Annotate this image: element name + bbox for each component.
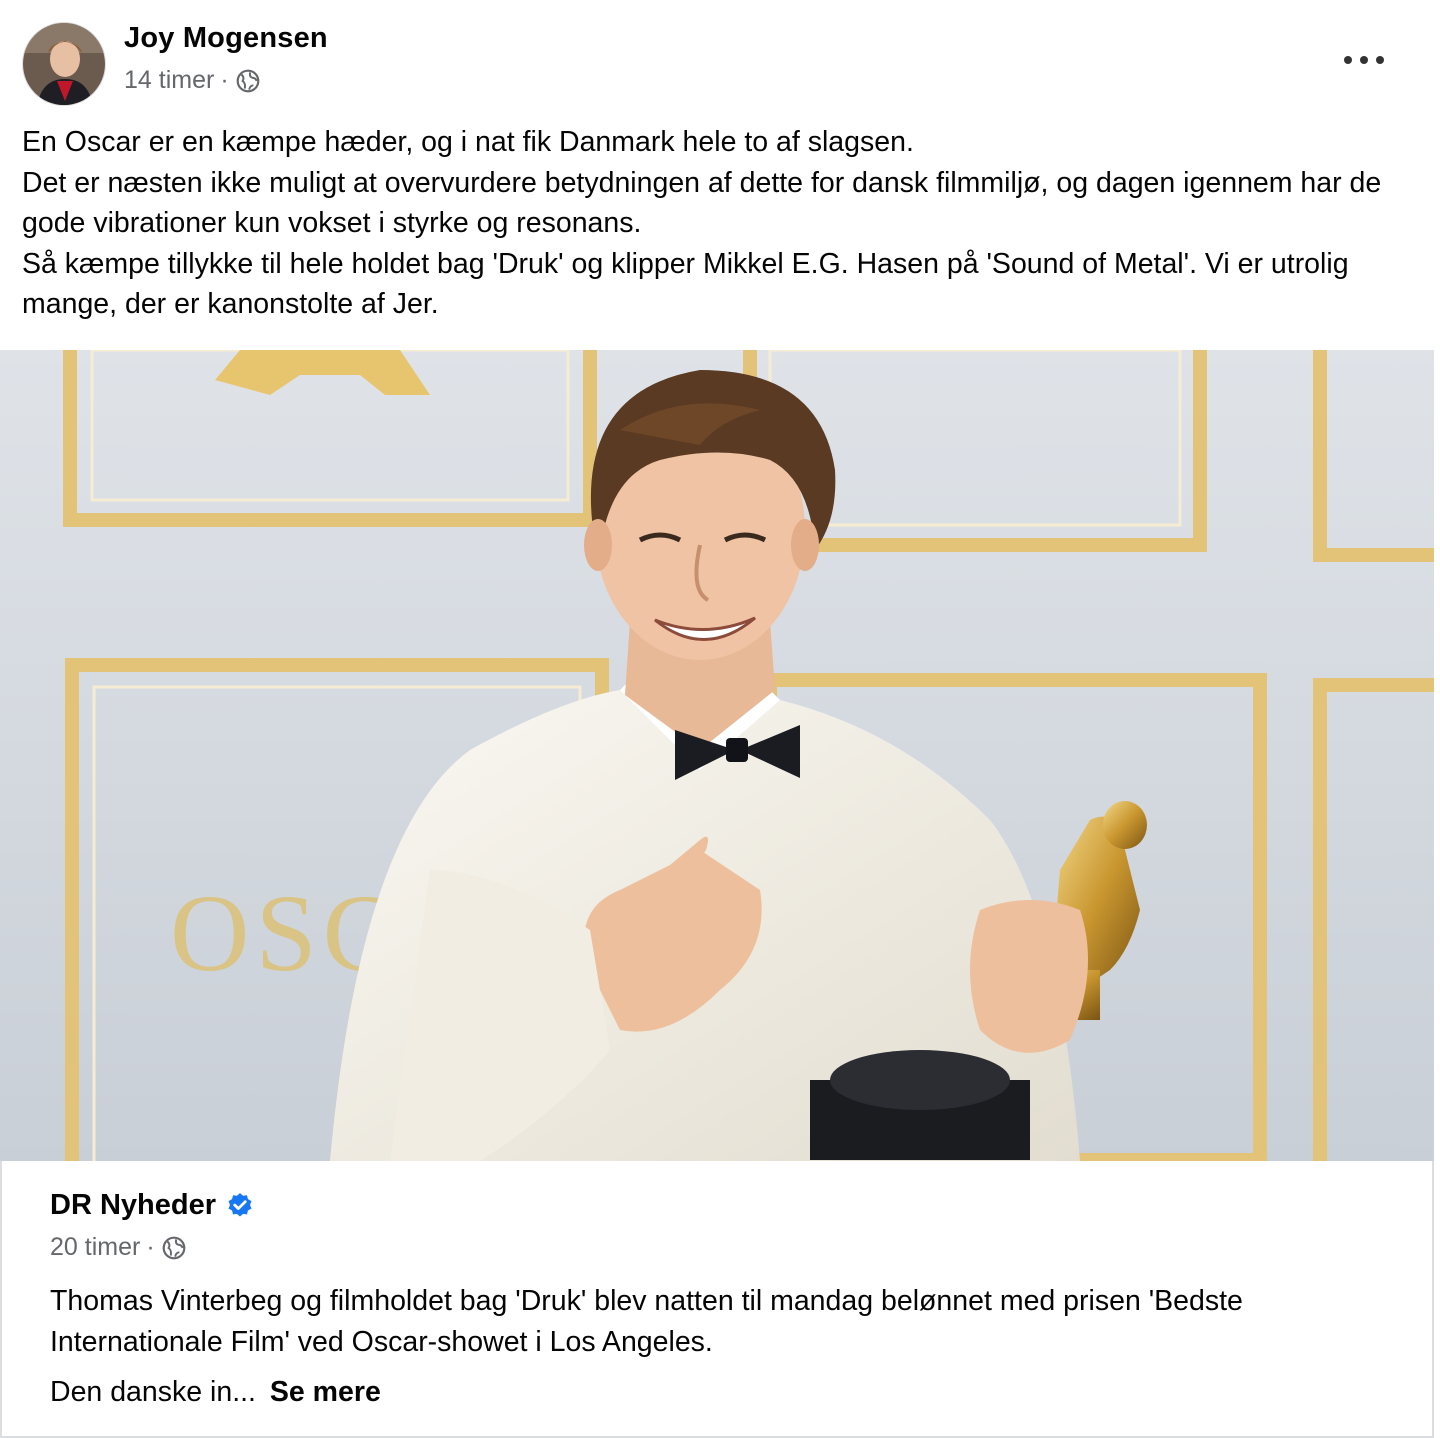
shared-truncated: Den danske in... Se mere — [50, 1376, 381, 1409]
shared-post-card[interactable]: DR Nyheder 20 timer · Thomas Vinterbeg o… — [0, 1161, 1434, 1438]
more-dot-icon — [1344, 56, 1352, 64]
more-options-button[interactable] — [1340, 48, 1388, 72]
post-photo[interactable]: OSCA — [0, 350, 1434, 1161]
shared-author: DR Nyheder — [50, 1189, 254, 1222]
post-text-line: Så kæmpe tillykke til hele holdet bag 'D… — [22, 247, 1349, 321]
globe-icon[interactable] — [235, 68, 261, 94]
shared-text: Thomas Vinterbeg og filmholdet bag 'Druk… — [50, 1285, 1243, 1358]
post-meta: 14 timer · — [124, 66, 261, 95]
post-text: En Oscar er en kæmpe hæder, og i nat fik… — [22, 122, 1412, 325]
more-dot-icon — [1376, 56, 1384, 64]
more-dot-icon — [1360, 56, 1368, 64]
post-text-line: Det er næsten ikke muligt at overvurdere… — [22, 166, 1382, 240]
meta-separator: · — [220, 66, 229, 94]
author-name[interactable]: Joy Mogensen — [124, 22, 328, 55]
post-time[interactable]: 14 timer — [124, 66, 214, 95]
meta-separator: · — [146, 1233, 155, 1261]
globe-icon[interactable] — [161, 1235, 187, 1261]
shared-meta: 20 timer · — [50, 1233, 187, 1262]
see-more-link[interactable]: Se mere — [270, 1376, 381, 1408]
facebook-post: Joy Mogensen 14 timer · En Oscar er en k… — [0, 0, 1440, 1438]
shared-author-name[interactable]: DR Nyheder — [50, 1189, 216, 1222]
author-avatar[interactable] — [22, 22, 106, 106]
verified-badge-icon — [228, 1192, 252, 1216]
post-text-line: En Oscar er en kæmpe hæder, og i nat fik… — [22, 126, 914, 158]
shared-truncated-text: Den danske in... — [50, 1376, 256, 1408]
shared-time[interactable]: 20 timer — [50, 1233, 140, 1262]
